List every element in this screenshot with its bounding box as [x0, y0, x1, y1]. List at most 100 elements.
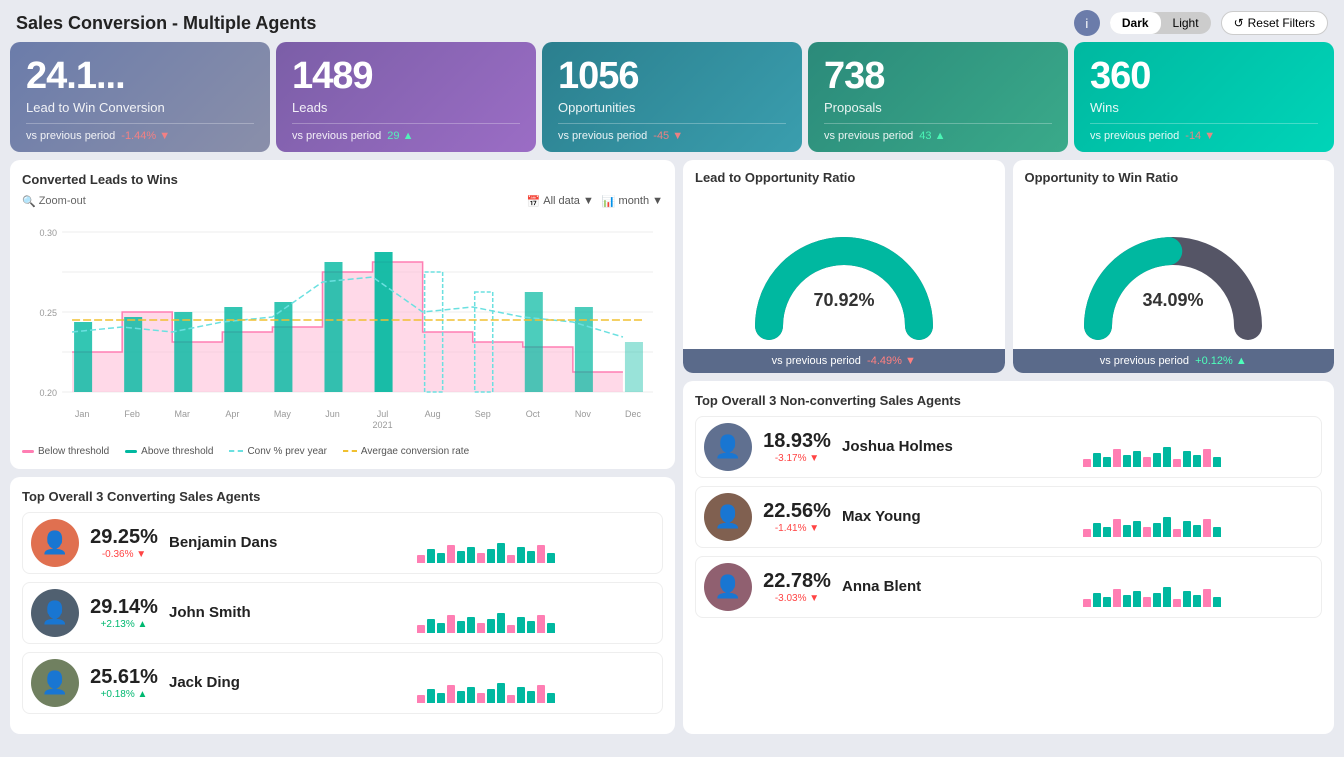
svg-text:34.09%: 34.09% [1143, 290, 1204, 310]
spark-bar [1203, 449, 1211, 467]
agent-sparkline-1 [1083, 497, 1314, 537]
svg-text:70.92%: 70.92% [813, 290, 874, 310]
data-selector[interactable]: 📅 All data ▼ [527, 195, 594, 208]
spark-bar [527, 621, 535, 633]
agent-sparkline-0 [417, 523, 655, 563]
kpi-card-0: 24.1... Lead to Win Conversion vs previo… [10, 42, 270, 152]
kpi-card-4: 360 Wins vs previous period -14 ▼ [1074, 42, 1334, 152]
spark-bar [1123, 525, 1131, 537]
agent-avatar-0: 👤 [704, 423, 752, 471]
agent-pct-wrap-0: 18.93% -3.17% ▼ [762, 430, 832, 464]
chart-toolbar: 🔍 Zoom-out 📅 All data ▼ 📊 month ▼ [22, 195, 663, 208]
donut-right-footer: vs previous period +0.12% ▲ [1013, 349, 1335, 373]
spark-bar [1093, 453, 1101, 467]
spark-bar [517, 547, 525, 563]
agent-trend-1: +2.13% ▲ [101, 619, 148, 630]
spark-bar [1103, 597, 1111, 607]
kpi-footer-2: vs previous period -45 ▼ [558, 123, 786, 142]
spark-bar [1163, 587, 1171, 607]
spark-bar [497, 613, 505, 633]
kpi-value-3: 738 [824, 56, 1052, 98]
spark-bar [1193, 595, 1201, 607]
kpi-value-0: 24.1... [26, 56, 254, 98]
reset-filters-button[interactable]: ↺ Reset Filters [1221, 11, 1328, 35]
theme-toggle: Dark Light [1110, 12, 1211, 34]
spark-bar [447, 545, 455, 563]
spark-bar [417, 625, 425, 633]
agent-row: 👤 22.78% -3.03% ▼ Anna Blent [695, 556, 1322, 618]
svg-text:0.25: 0.25 [40, 308, 58, 318]
nonconverting-agents-list: 👤 18.93% -3.17% ▼ Joshua Holmes 👤 22.56%… [695, 416, 1322, 618]
agent-row: 👤 29.25% -0.36% ▼ Benjamin Dans [22, 512, 663, 574]
spark-bar [1093, 523, 1101, 537]
spark-bar [507, 695, 515, 703]
legend-above-threshold: Above threshold [125, 446, 213, 457]
spark-bar [457, 621, 465, 633]
spark-bar [1083, 529, 1091, 537]
top-converting-card: Top Overall 3 Converting Sales Agents 👤 … [10, 477, 675, 734]
spark-bar [527, 551, 535, 563]
svg-text:Jan: Jan [75, 409, 90, 419]
svg-text:May: May [274, 409, 292, 419]
svg-text:Oct: Oct [526, 409, 541, 419]
spark-bar [1113, 589, 1121, 607]
kpi-card-3: 738 Proposals vs previous period 43 ▲ [808, 42, 1068, 152]
info-button[interactable]: i [1074, 10, 1100, 36]
spark-bar [1203, 519, 1211, 537]
svg-text:Feb: Feb [124, 409, 140, 419]
donut-left-footer: vs previous period -4.49% ▼ [683, 349, 1005, 373]
spark-bar [1213, 597, 1221, 607]
spark-bar [457, 691, 465, 703]
chart-svg-area: 0.30 0.25 0.20 [22, 212, 663, 442]
main-content: Converted Leads to Wins 🔍 Zoom-out 📅 All… [0, 160, 1344, 734]
period-selector[interactable]: 📊 month ▼ [602, 195, 663, 208]
spark-bar [457, 551, 465, 563]
spark-bar [1183, 591, 1191, 607]
agent-name-2: Jack Ding [169, 674, 407, 691]
spark-bar [467, 617, 475, 633]
chart-title: Converted Leads to Wins [22, 172, 663, 187]
kpi-change-1: 29 ▲ [387, 130, 413, 142]
spark-bar [1153, 523, 1161, 537]
spark-bar [487, 619, 495, 633]
legend-avg-rate: Avergae conversion rate [343, 446, 469, 457]
spark-bar [537, 545, 545, 563]
kpi-vs-1: vs previous period [292, 130, 381, 142]
donut-left-title: Lead to Opportunity Ratio [683, 160, 1005, 191]
agent-trend-0: -3.17% ▼ [775, 453, 819, 464]
svg-text:Dec: Dec [625, 409, 642, 419]
agent-pct-0: 18.93% [763, 430, 831, 453]
spark-bar [1173, 529, 1181, 537]
top-converting-title: Top Overall 3 Converting Sales Agents [22, 489, 663, 504]
spark-bar [477, 623, 485, 633]
agent-pct-wrap-1: 22.56% -1.41% ▼ [762, 500, 832, 534]
spark-bar [1173, 599, 1181, 607]
spark-bar [1183, 451, 1191, 467]
agent-avatar-2: 👤 [704, 563, 752, 611]
spark-bar [547, 553, 555, 563]
zoom-out-button[interactable]: 🔍 Zoom-out [22, 195, 86, 208]
spark-bar [447, 685, 455, 703]
svg-text:Aug: Aug [425, 409, 441, 419]
spark-bar [547, 693, 555, 703]
svg-text:Mar: Mar [174, 409, 190, 419]
dark-toggle[interactable]: Dark [1110, 12, 1161, 34]
spark-bar [477, 693, 485, 703]
agent-sparkline-2 [1083, 567, 1314, 607]
left-column: Converted Leads to Wins 🔍 Zoom-out 📅 All… [10, 160, 675, 734]
spark-bar [1183, 521, 1191, 537]
kpi-footer-3: vs previous period 43 ▲ [824, 123, 1052, 142]
kpi-footer-4: vs previous period -14 ▼ [1090, 123, 1318, 142]
spark-bar [1143, 527, 1151, 537]
spark-bar [497, 683, 505, 703]
agent-trend-2: +0.18% ▲ [101, 689, 148, 700]
agent-row: 👤 22.56% -1.41% ▼ Max Young [695, 486, 1322, 548]
kpi-footer-1: vs previous period 29 ▲ [292, 123, 520, 142]
agent-sparkline-0 [1083, 427, 1314, 467]
light-toggle[interactable]: Light [1161, 12, 1211, 34]
spark-bar [1113, 519, 1121, 537]
donut-left-content: 70.92% [683, 191, 1005, 341]
reset-icon: ↺ [1234, 16, 1244, 30]
chart-legend: Below threshold Above threshold Conv % p… [22, 446, 663, 457]
agent-pct-0: 29.25% [90, 526, 158, 549]
